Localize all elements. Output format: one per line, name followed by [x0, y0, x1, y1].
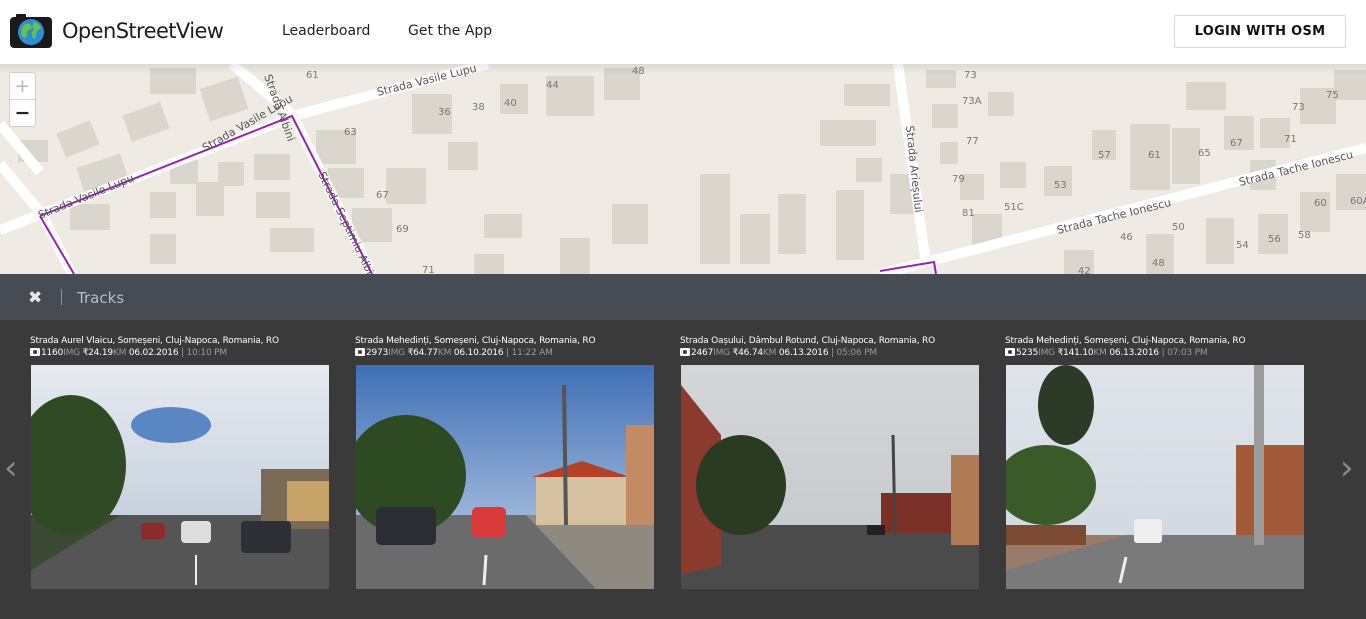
camera-icon [355, 348, 365, 356]
track-card[interactable]: Strada Mehedinți, Someșeni, Cluj-Napoca,… [355, 336, 655, 358]
divider [61, 289, 62, 305]
track-meta: 2467IMG ₹46.74KM 06.13.2016 | 05:06 PM [680, 348, 980, 358]
svg-text:57: 57 [1098, 150, 1111, 161]
track-time: 10:10 PM [186, 348, 228, 358]
svg-text:71: 71 [422, 265, 435, 274]
img-unit: IMG [63, 348, 80, 358]
track-card[interactable]: Strada Oașului, Dâmbul Rotund, Cluj-Napo… [680, 336, 980, 358]
track-meta: 2973IMG ₹64.77KM 06.10.2016 | 11:22 AM [355, 348, 655, 358]
prev-arrow-icon[interactable]: ‹ [4, 448, 18, 488]
img-count: 2467 [691, 348, 714, 358]
zoom-in-button[interactable]: + [10, 73, 35, 100]
svg-text:44: 44 [546, 80, 559, 91]
km-unit: KM [762, 348, 777, 358]
track-title: Strada Mehedinți, Someșeni, Cluj-Napoca,… [1005, 336, 1246, 346]
zoom-control: + − [9, 72, 36, 127]
svg-text:75: 75 [1326, 90, 1339, 101]
img-unit: IMG [1038, 348, 1055, 358]
top-navbar: OpenStreetView Leaderboard Get the App L… [0, 0, 1366, 64]
svg-text:46: 46 [1120, 232, 1133, 243]
svg-text:48: 48 [1152, 258, 1165, 269]
svg-text:36: 36 [438, 107, 451, 118]
track-title: Strada Mehedinți, Someșeni, Cluj-Napoca,… [355, 336, 596, 346]
km-value: ₹141.10 [1057, 348, 1094, 358]
map-canvas: Strada Vasile Lupu Strada Vasile Lupu St… [0, 64, 1366, 274]
svg-text:60A: 60A [1350, 196, 1366, 207]
track-thumbnail[interactable] [31, 365, 329, 589]
next-arrow-icon[interactable]: › [1340, 448, 1354, 488]
img-count: 2973 [366, 348, 389, 358]
track-thumbnail[interactable] [356, 365, 654, 589]
svg-text:54: 54 [1236, 240, 1249, 251]
svg-text:58: 58 [1298, 230, 1311, 241]
nav-leaderboard[interactable]: Leaderboard [282, 23, 370, 39]
tracks-header [0, 274, 1366, 320]
camera-icon [30, 348, 40, 356]
svg-text:73: 73 [1292, 102, 1305, 113]
svg-text:67: 67 [376, 190, 389, 201]
svg-text:42: 42 [1078, 266, 1091, 274]
img-count: 1160 [41, 348, 64, 358]
track-card[interactable]: Strada Aurel Vlaicu, Someșeni, Cluj-Napo… [30, 336, 330, 358]
track-title: Strada Oașului, Dâmbul Rotund, Cluj-Napo… [680, 336, 935, 346]
track-meta: 5235IMG ₹141.10KM 06.13.2016 | 07:03 PM [1005, 348, 1305, 358]
svg-text:81: 81 [962, 208, 975, 219]
img-unit: IMG [713, 348, 730, 358]
svg-text:61: 61 [1148, 150, 1161, 161]
svg-text:67: 67 [1230, 138, 1243, 149]
track-title: Strada Aurel Vlaicu, Someșeni, Cluj-Napo… [30, 336, 279, 346]
nav-get-the-app[interactable]: Get the App [408, 23, 492, 39]
svg-text:40: 40 [504, 98, 517, 109]
track-meta: 1160IMG ₹24.19KM 06.02.2016 | 10:10 PM [30, 348, 330, 358]
track-time: 05:06 PM [836, 348, 878, 358]
img-count: 5235 [1016, 348, 1039, 358]
img-unit: IMG [388, 348, 405, 358]
svg-text:51C: 51C [1004, 202, 1024, 213]
svg-text:38: 38 [472, 102, 485, 113]
svg-text:77: 77 [966, 136, 979, 147]
zoom-out-button[interactable]: − [10, 100, 35, 127]
close-icon[interactable]: ✖ [28, 288, 42, 308]
track-thumbnail[interactable] [1006, 365, 1304, 589]
svg-text:69: 69 [396, 224, 409, 235]
track-date: 06.13.2016 [778, 348, 829, 358]
svg-text:73A: 73A [962, 96, 982, 107]
track-time: 07:03 PM [1167, 348, 1208, 358]
svg-text:79: 79 [952, 174, 965, 185]
track-date: 06.13.2016 [1109, 348, 1159, 358]
km-unit: KM [1093, 348, 1107, 358]
km-value: ₹64.77 [407, 348, 438, 358]
km-value: ₹24.19 [82, 348, 113, 358]
logo-text: OpenStreetView [62, 19, 224, 43]
camera-icon [680, 348, 690, 356]
track-thumbnail[interactable] [681, 365, 979, 589]
svg-text:71: 71 [1284, 134, 1297, 145]
km-value: ₹46.74 [732, 348, 763, 358]
header-shadow [0, 64, 1366, 74]
svg-text:60: 60 [1314, 198, 1327, 209]
svg-text:Strada Tache Ionescu: Strada Tache Ionescu [1056, 196, 1173, 237]
login-with-osm-button[interactable]: LOGIN WITH OSM [1174, 15, 1346, 48]
track-time: 11:22 AM [511, 348, 553, 358]
svg-text:63: 63 [344, 127, 357, 138]
svg-text:53: 53 [1054, 180, 1067, 191]
globe-camera-icon [10, 14, 52, 48]
svg-text:50: 50 [1172, 222, 1185, 233]
svg-text:65: 65 [1198, 148, 1211, 159]
km-unit: KM [112, 348, 127, 358]
tracks-title: Tracks [77, 289, 125, 307]
map[interactable]: Strada Vasile Lupu Strada Vasile Lupu St… [0, 64, 1366, 274]
track-date: 06.10.2016 [453, 348, 504, 358]
track-date: 06.02.2016 [128, 348, 179, 358]
svg-text:56: 56 [1268, 234, 1281, 245]
km-unit: KM [437, 348, 452, 358]
logo[interactable]: OpenStreetView [10, 14, 224, 48]
track-card[interactable]: Strada Mehedinți, Someșeni, Cluj-Napoca,… [1005, 336, 1305, 358]
camera-icon [1005, 348, 1015, 356]
